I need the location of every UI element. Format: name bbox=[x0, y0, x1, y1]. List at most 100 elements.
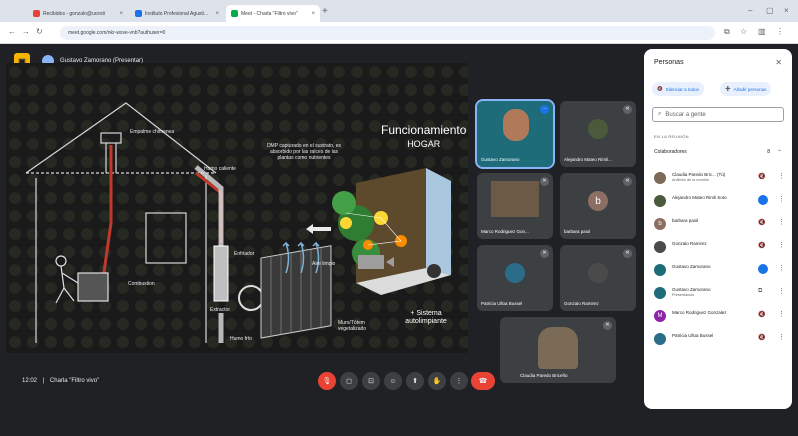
browser-toolbar: ← → ↻ meet.google.com/nkr-wsve-vnb?authu… bbox=[0, 22, 798, 44]
speaking-icon: ⋯ bbox=[540, 105, 549, 114]
group-header[interactable]: Colaboradores 8 ⌃ bbox=[652, 145, 784, 159]
emoji-button[interactable]: ☺ bbox=[384, 372, 402, 390]
meeting-info: 12:02 | Charla "Filtro vivo" bbox=[22, 378, 99, 384]
mute-all-label: Silenciar a todos bbox=[665, 86, 699, 92]
more-icon[interactable]: ⋮ bbox=[778, 218, 785, 226]
participant-name: Alejandro Mateo Rimli... bbox=[564, 157, 612, 162]
more-options-button[interactable]: ⋮ bbox=[450, 372, 468, 390]
mic-off-icon: 🔇 bbox=[758, 174, 766, 180]
leave-call-button[interactable]: ☎ bbox=[471, 372, 495, 390]
more-icon[interactable]: ⋮ bbox=[778, 264, 785, 272]
meeting-title: Charla "Filtro vivo" bbox=[49, 378, 100, 384]
more-icon[interactable]: ⋮ bbox=[778, 310, 785, 318]
close-icon[interactable]: ✕ bbox=[775, 58, 782, 67]
sidepanel-icon[interactable]: ▥ bbox=[758, 27, 766, 37]
participant-row[interactable]: Alejandro Mateo Rimli Soto ⋮ bbox=[654, 190, 786, 212]
participant-video bbox=[491, 181, 539, 217]
participant-name: Claudia Paredo Bric... (Tú) bbox=[672, 172, 726, 177]
add-person-icon: ➕ bbox=[725, 86, 731, 91]
participant-tile[interactable]: ✕ Marco Rodriguez Gon... bbox=[477, 173, 553, 239]
section-label: EN LA REUNIÓN bbox=[654, 134, 689, 139]
participant-role: Presentación bbox=[672, 293, 695, 297]
url-text: meet.google.com/nkr-wsve-vnb?authuser=0 bbox=[68, 30, 166, 36]
more-icon[interactable]: ⋮ bbox=[778, 172, 785, 180]
add-people-label: Añadir personas bbox=[733, 86, 767, 92]
participant-row[interactable]: Gustavo Zamorano Presentación ⧉ ⋮ bbox=[654, 282, 786, 304]
participant-row[interactable]: Patricia Ulloa Bussel 🔇 ⋮ bbox=[654, 328, 786, 350]
search-people-input[interactable]: ⌕ Buscar a gente bbox=[652, 107, 784, 122]
tab-meet[interactable]: Meet - Charla "Filtro vivo" × bbox=[226, 5, 320, 22]
more-icon[interactable]: ⋮ bbox=[778, 241, 785, 249]
participant-row[interactable]: Gustavo Zamorano ⋮ bbox=[654, 259, 786, 281]
maximize-icon[interactable]: ▢ bbox=[766, 6, 774, 15]
mic-off-icon: ✕ bbox=[623, 177, 632, 186]
more-icon[interactable]: ⋮ bbox=[778, 287, 785, 295]
participant-name: Gustavo Zamorano bbox=[481, 157, 520, 162]
avatar bbox=[654, 195, 666, 207]
participant-row[interactable]: Gonzalo Ramirez 🔇 ⋮ bbox=[654, 236, 786, 258]
label-hot-smoke: Humo caliente bbox=[204, 166, 236, 172]
avatar bbox=[654, 287, 666, 299]
tab-instituto[interactable]: Instituto Profesional Agusti... × bbox=[130, 5, 224, 22]
search-placeholder: Buscar a gente bbox=[665, 111, 706, 118]
add-people-button[interactable]: ➕ Añadir personas bbox=[720, 82, 772, 96]
separator: | bbox=[42, 378, 45, 384]
participant-row[interactable]: M Marco Rodriguez Gonzalez 🔇 ⋮ bbox=[654, 305, 786, 327]
avatar bbox=[654, 241, 666, 253]
participant-tile[interactable]: ✕ Gonzalo Ramirez bbox=[560, 245, 636, 311]
tab-label: Meet - Charla "Filtro vivo" bbox=[241, 10, 298, 17]
group-label: Colaboradores bbox=[654, 149, 687, 155]
slide-note: DMP capturado en el sustrato, es absorbi… bbox=[266, 143, 342, 161]
participant-name: Alejandro Mateo Rimli Soto bbox=[672, 195, 727, 200]
presenting-icon: ⧉ bbox=[758, 288, 763, 294]
shared-slide: Funcionamiento HOGAR Empalme chimenea Hu… bbox=[6, 63, 468, 353]
reload-icon[interactable]: ↻ bbox=[36, 27, 43, 37]
mic-off-icon: ✕ bbox=[603, 321, 612, 330]
chevron-up-icon[interactable]: ⌃ bbox=[777, 149, 782, 156]
label-cooler: Enfriador bbox=[234, 251, 255, 257]
captions-button[interactable]: ⊡ bbox=[362, 372, 380, 390]
participant-name: Gonzalo Ramirez bbox=[564, 301, 599, 306]
more-icon[interactable]: ⋮ bbox=[778, 333, 785, 341]
forward-icon[interactable]: → bbox=[22, 27, 30, 37]
camera-toggle-button[interactable]: ◻ bbox=[340, 372, 358, 390]
label-clean-air: Aire limpio bbox=[312, 261, 336, 267]
label-chimney: Empalme chimenea bbox=[130, 129, 175, 135]
mic-off-icon: 🔇 bbox=[758, 335, 766, 341]
mic-off-icon: 🔇 bbox=[758, 312, 766, 318]
participant-row[interactable]: b barbara paiol 🔇 ⋮ bbox=[654, 213, 786, 235]
participant-row[interactable]: Claudia Paredo Bric... (Tú) Anfitrión de… bbox=[654, 167, 786, 189]
green-wall bbox=[260, 245, 332, 339]
cooler-unit bbox=[213, 245, 229, 302]
back-icon[interactable]: ← bbox=[8, 27, 16, 37]
star-icon[interactable]: ☆ bbox=[740, 27, 747, 37]
avatar: M bbox=[654, 310, 666, 322]
tab-gmail[interactable]: Recibidos - gonzalo@ucesti × bbox=[28, 5, 128, 22]
close-icon[interactable]: × bbox=[212, 11, 219, 17]
close-icon[interactable]: × bbox=[308, 11, 315, 17]
participant-tile[interactable]: b ✕ barbara paiol bbox=[560, 173, 636, 239]
meet-icon bbox=[231, 10, 238, 17]
extension-icon[interactable]: ⧉ bbox=[724, 27, 730, 37]
mic-toggle-button[interactable]: 🎙 bbox=[318, 372, 336, 390]
close-window-icon[interactable]: × bbox=[784, 6, 789, 15]
more-icon[interactable]: ⋮ bbox=[778, 195, 785, 203]
minimize-icon[interactable]: – bbox=[748, 6, 752, 15]
participant-video bbox=[503, 109, 529, 141]
participant-name: Gustavo Zamorano bbox=[672, 287, 711, 292]
close-icon[interactable]: × bbox=[116, 11, 123, 17]
mic-off-icon: ✕ bbox=[540, 177, 549, 186]
new-tab-icon[interactable]: + bbox=[322, 7, 328, 17]
raise-hand-button[interactable]: ✋ bbox=[428, 372, 446, 390]
participant-tile[interactable]: ✕ Patricia Ulloa Bussel bbox=[477, 245, 553, 311]
menu-icon[interactable]: ⋮ bbox=[776, 27, 784, 37]
mute-all-button[interactable]: 🔇 Silenciar a todos bbox=[652, 82, 704, 96]
gmail-icon bbox=[33, 10, 40, 17]
address-bar[interactable]: meet.google.com/nkr-wsve-vnb?authuser=0 bbox=[60, 26, 715, 40]
participant-tile[interactable]: ✕ Alejandro Mateo Rimli... bbox=[560, 101, 636, 167]
slide-title-text: Funcionamiento bbox=[381, 123, 467, 137]
participant-tile[interactable]: ⋯ Gustavo Zamorano bbox=[475, 99, 555, 169]
tab-label: Recibidos - gonzalo@ucesti bbox=[43, 10, 106, 17]
label-combustion: Combustion bbox=[128, 281, 155, 287]
present-button[interactable]: ⬆ bbox=[406, 372, 424, 390]
